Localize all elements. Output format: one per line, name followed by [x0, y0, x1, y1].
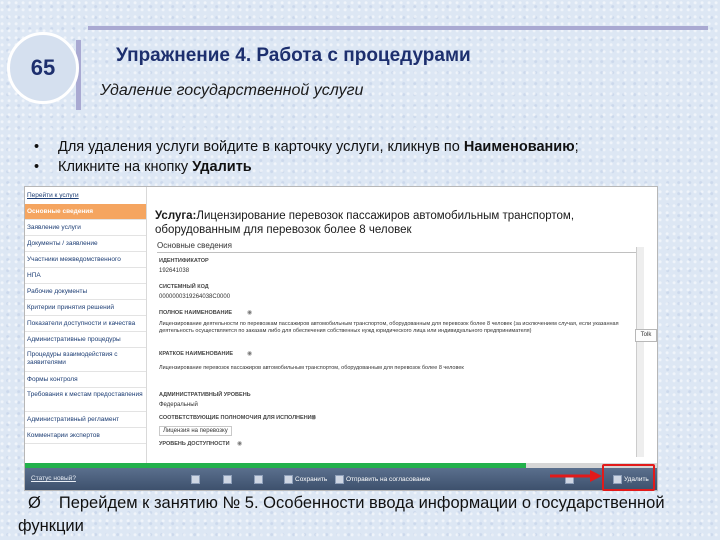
bullet-marker: •: [34, 159, 40, 175]
field-label-short-name: КРАТКОЕ НАИМЕНОВАНИЕ: [159, 351, 234, 357]
bullet-text: Кликните на кнопку Удалить: [58, 159, 252, 175]
status-link[interactable]: Статус новый?: [31, 475, 76, 482]
sidebar: Перейти к услуги Основные сведения Заявл…: [25, 187, 147, 463]
slide-number: 65: [7, 32, 79, 104]
slide-subtitle: Удаление государственной услуги: [100, 82, 364, 99]
sidebar-item-interaction[interactable]: Процедуры взаимодействия с заявителями: [25, 348, 146, 372]
tab-main-info[interactable]: Основные сведения: [157, 241, 232, 250]
document-icon[interactable]: [191, 473, 202, 487]
service-card: Услуга:Лицензирование перевозок пассажир…: [151, 187, 646, 463]
field-value-authority[interactable]: Лицензия на перевозку: [159, 426, 232, 436]
send-for-approval-button[interactable]: Отправить на согласование: [335, 473, 430, 487]
sidebar-item-work-docs[interactable]: Рабочие документы: [25, 284, 146, 300]
field-value-system-code: 0000000319264038C0000: [159, 294, 231, 300]
tooltip: Tolk: [635, 329, 657, 342]
next-lesson-note: Ø Перейдем к занятию № 5. Особенности вво…: [18, 492, 708, 538]
bullet-text: Для удаления услуги войдите в карточку у…: [58, 139, 579, 155]
save-button[interactable]: Сохранить: [284, 473, 327, 487]
field-label-admin-level: АДМИНИСТРАТИВНЫЙ УРОВЕНЬ: [159, 392, 251, 398]
print-icon[interactable]: [223, 473, 234, 487]
sidebar-item-participants[interactable]: Участники межведомственного: [25, 252, 146, 268]
slide-title: Упражнение 4. Работа с процедурами: [116, 45, 471, 66]
help-icon[interactable]: ◉: [311, 414, 316, 421]
delete-highlight-frame: [602, 464, 655, 491]
sidebar-item-comments[interactable]: Комментарии экспертов: [25, 428, 146, 444]
export-icon[interactable]: [254, 473, 265, 487]
service-title[interactable]: Услуга:Лицензирование перевозок пассажир…: [155, 209, 641, 237]
field-value-admin-level[interactable]: Федеральный: [159, 402, 198, 408]
field-label-id: ИДЕНТИФИКАТОР: [159, 258, 209, 264]
help-icon[interactable]: ◉: [237, 440, 242, 447]
field-label-system-code: СИСТЕМНЫЙ КОД: [159, 284, 209, 290]
sidebar-item-main-info[interactable]: Основные сведения: [25, 204, 146, 220]
send-icon: [335, 474, 344, 484]
field-label-access: УРОВЕНЬ ДОСТУПНОСТИ: [159, 441, 230, 447]
decorative-top-bar: [88, 26, 708, 30]
field-label-authority: СООТВЕТСТВУЮЩИЕ ПОЛНОМОЧИЯ ДЛЯ ИСПОЛНЕНИ…: [159, 415, 316, 421]
field-value-full-name[interactable]: Лицензирование деятельности по перевозка…: [159, 321, 621, 335]
sidebar-item-documents[interactable]: Документы / заявление: [25, 236, 146, 252]
scrollbar[interactable]: [636, 247, 644, 457]
sidebar-item-application[interactable]: Заявление услуги: [25, 220, 146, 236]
bullet-marker: •: [34, 139, 40, 155]
sidebar-item-control[interactable]: Формы контроля: [25, 372, 146, 388]
field-label-full-name: ПОЛНОЕ НАИМЕНОВАНИЕ: [159, 310, 233, 316]
field-value-short-name[interactable]: Лицензирование перевозок пассажиров авто…: [159, 365, 621, 372]
app-screenshot: Перейти к услуги Основные сведения Заявл…: [24, 186, 658, 491]
field-value-id: 192641038: [159, 268, 190, 274]
divider: [157, 252, 637, 253]
back-link[interactable]: Перейти к услуги: [25, 187, 146, 204]
help-icon[interactable]: ◉: [247, 309, 252, 316]
next-lesson-text: Перейдем к занятию № 5. Особенности ввод…: [18, 494, 665, 535]
sidebar-item-criteria[interactable]: Критерии принятия решений: [25, 300, 146, 316]
help-icon[interactable]: ◉: [247, 350, 252, 357]
arrow-bullet: Ø: [28, 494, 41, 512]
sidebar-item-requirements[interactable]: Требования к местам предоставления: [25, 388, 146, 412]
arrow-icon: [550, 470, 602, 482]
sidebar-item-admin-procedures[interactable]: Административные процедуры: [25, 332, 146, 348]
sidebar-item-quality[interactable]: Показатели доступности и качества: [25, 316, 146, 332]
sidebar-item-npa[interactable]: НПА: [25, 268, 146, 284]
sidebar-item-regulation[interactable]: Административный регламент: [25, 412, 146, 428]
save-icon: [284, 474, 293, 484]
